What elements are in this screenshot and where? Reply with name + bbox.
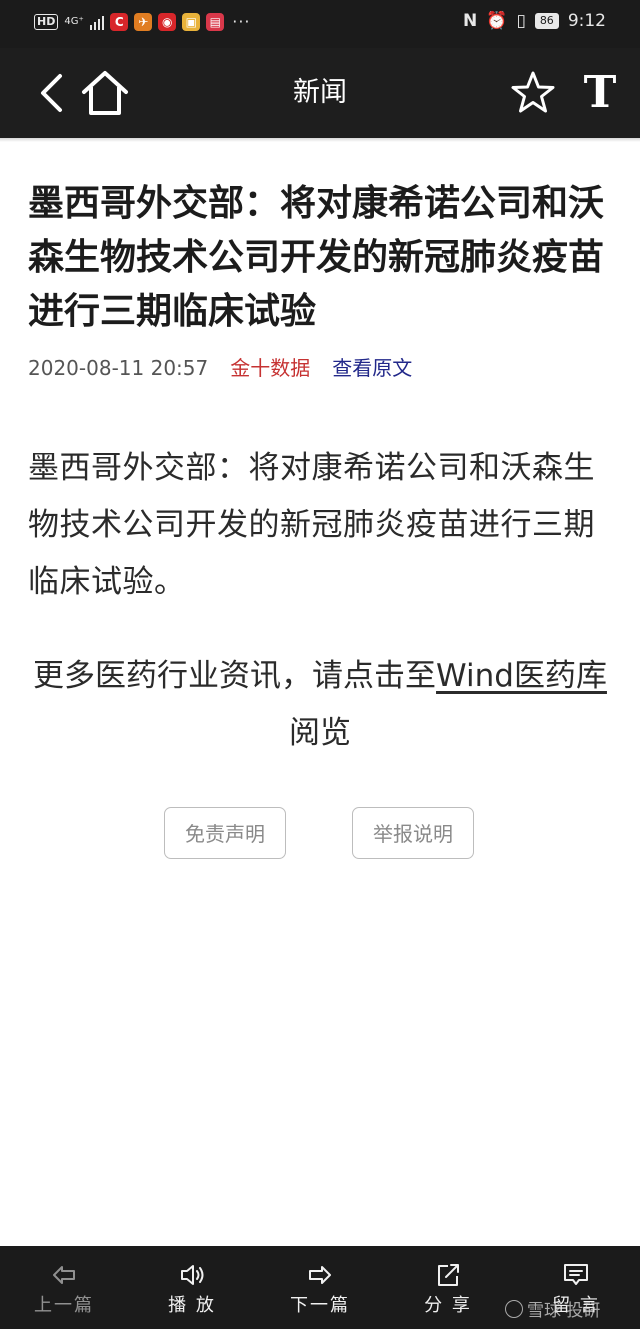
favorite-star-icon[interactable]	[510, 70, 556, 116]
alarm-icon: ⏰	[486, 11, 508, 31]
watermark-text: 雪球 投研	[527, 1301, 601, 1321]
article-headline: 墨西哥外交部：将对康希诺公司和沃森生物技术公司开发的新冠肺炎疫苗进行三期临床试验	[28, 183, 605, 332]
app-notification-icon: C	[110, 12, 129, 31]
hd-badge: HD	[34, 13, 59, 30]
share-button[interactable]: 分 享	[398, 1246, 498, 1329]
more-info-line: 更多医药行业资讯，请点击至Wind医药库阅览	[20, 648, 620, 762]
publish-date: 2020-08-11 20:57	[28, 356, 209, 380]
next-article-button[interactable]: 下一篇	[270, 1246, 370, 1329]
signal-icon	[89, 14, 105, 30]
forward-arrow-icon	[309, 1266, 331, 1284]
app-notification-icon: ✈	[134, 12, 153, 31]
share-icon	[438, 1264, 459, 1286]
next-article-label: 下一篇	[290, 1295, 350, 1316]
report-button[interactable]: 举报说明	[352, 807, 474, 859]
clock: 9:12	[567, 11, 606, 31]
article-meta: 2020-08-11 20:57 金十数据 查看原文	[28, 354, 412, 382]
play-audio-button[interactable]: 播 放	[142, 1246, 242, 1329]
app-notification-icon: ▤	[206, 12, 225, 31]
home-icon[interactable]	[80, 68, 130, 118]
watermark-logo-icon	[505, 1299, 523, 1318]
previous-article-button[interactable]: 上一篇	[14, 1246, 114, 1329]
navbar-shadow	[0, 138, 640, 142]
speaker-icon	[181, 1265, 204, 1285]
previous-article-label: 上一篇	[34, 1295, 94, 1316]
font-size-icon[interactable]: T	[580, 66, 620, 120]
navigation-bar: 新闻 T	[0, 48, 640, 138]
disclaimer-button[interactable]: 免责声明	[164, 807, 286, 859]
article-body: 墨西哥外交部：将对康希诺公司和沃森生物技术公司开发的新冠肺炎疫苗进行三期临床试验…	[28, 450, 595, 600]
more-info-prefix: 更多医药行业资讯，请点击至	[33, 658, 437, 694]
back-arrow-icon	[53, 1266, 75, 1284]
source-link[interactable]: 金十数据	[230, 354, 310, 382]
more-notifications-icon: ···	[232, 12, 251, 31]
app-notification-icon: ▣	[182, 12, 201, 31]
status-left: HD 4G⁺ C ✈ ◉ ▣ ▤ ···	[34, 12, 251, 31]
share-label: 分 享	[424, 1295, 472, 1316]
nfc-icon: Ν	[463, 11, 478, 31]
view-original-link[interactable]: 查看原文	[332, 354, 412, 382]
wind-pharma-link[interactable]: Wind医药库	[436, 658, 607, 694]
status-bar: HD 4G⁺ C ✈ ◉ ▣ ▤ ··· Ν ⏰ ▯ 86 9:12	[0, 0, 640, 48]
status-right: Ν ⏰ ▯ 86 9:12	[463, 11, 606, 31]
app-notification-icon: ◉	[158, 12, 177, 31]
battery-icon: 86	[534, 13, 559, 29]
comment-icon	[564, 1264, 588, 1285]
play-audio-label: 播 放	[168, 1295, 216, 1316]
network-type: 4G⁺	[64, 15, 84, 27]
watermark: 雪球 投研	[505, 1296, 600, 1321]
vibrate-icon: ▯	[516, 11, 526, 31]
back-icon[interactable]	[34, 70, 74, 116]
more-info-suffix: 阅览	[289, 715, 351, 751]
